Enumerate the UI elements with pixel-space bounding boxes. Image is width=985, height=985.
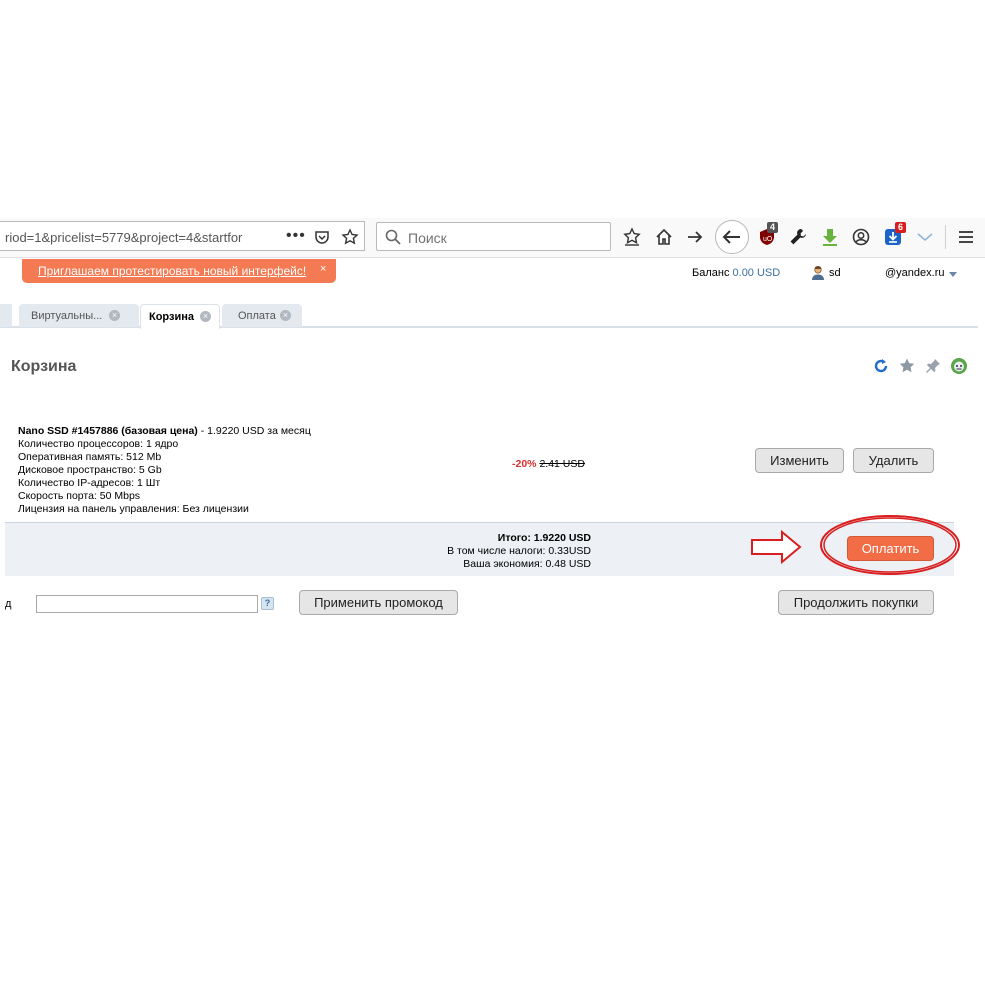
hamburger-menu-icon[interactable] (956, 227, 976, 247)
promo-code-input[interactable] (36, 595, 258, 613)
back-arrow-icon (722, 230, 740, 244)
spec-license: Лицензия на панель управления: Без лицен… (18, 503, 249, 515)
forward-arrow-icon[interactable] (685, 227, 705, 247)
account-caret-icon[interactable] (949, 272, 957, 277)
tab-label: Оплата (238, 310, 276, 322)
account-email[interactable]: @yandex.ru (885, 267, 944, 279)
spec-port: Скорость порта: 50 Mbps (18, 490, 141, 502)
search-icon (385, 229, 401, 248)
balance-value[interactable]: 0.00 USD (733, 267, 781, 279)
account-icon[interactable] (851, 227, 871, 247)
address-bar[interactable]: riod=1&pricelist=5779&project=4&startfor… (0, 221, 365, 251)
svg-text:uO: uO (763, 236, 773, 243)
apply-promo-button[interactable]: Применить промокод (299, 590, 458, 615)
tab-label: Корзина (149, 311, 194, 323)
refresh-icon[interactable] (872, 357, 890, 375)
url-text[interactable]: riod=1&pricelist=5779&project=4&startfor (5, 230, 280, 245)
wrench-icon[interactable] (788, 227, 808, 247)
spec-cpu: Количество процессоров: 1 ядро (18, 438, 179, 450)
search-placeholder: Поиск (408, 230, 447, 246)
old-price: 2.41 USD (539, 458, 585, 470)
discount: -20% 2.41 USD (512, 458, 585, 470)
tab-edge (0, 304, 12, 327)
browser-toolbar: riod=1&pricelist=5779&project=4&startfor… (0, 218, 985, 258)
product-title-line: Nano SSD #1457886 (базовая цена) - 1.922… (18, 425, 311, 438)
download-helper-icon[interactable] (820, 227, 840, 247)
search-field[interactable]: Поиск (376, 222, 611, 251)
balance: Баланс 0.00 USD (692, 267, 780, 279)
tab-close-icon[interactable]: × (200, 311, 211, 322)
star-icon[interactable] (898, 357, 916, 375)
help-robot-icon[interactable] (950, 357, 968, 375)
product-name[interactable]: Nano SSD #1457886 (базовая цена) (18, 425, 198, 437)
promo-link[interactable]: Приглашаем протестировать новый интерфей… (38, 264, 306, 278)
user-name[interactable]: sd (829, 267, 841, 279)
spec-ram: Оперативная память: 512 Mb (18, 451, 162, 463)
downloads-badge: 6 (895, 222, 907, 233)
edit-button[interactable]: Изменить (755, 448, 844, 473)
balance-label: Баланс (692, 267, 733, 279)
chevron-down-icon[interactable] (915, 227, 935, 247)
pocket-icon[interactable] (313, 228, 331, 246)
help-icon[interactable]: ? (261, 597, 274, 610)
reading-list-icon[interactable] (622, 227, 642, 247)
page-actions-menu[interactable]: ••• (286, 227, 306, 245)
tab-payment[interactable]: Оплата × (222, 304, 302, 327)
promo-banner: Приглашаем протестировать новый интерфей… (22, 259, 336, 283)
tab-label: Виртуальны... (31, 310, 103, 322)
spec-disk: Дисковое пространство: 5 Gb (18, 464, 162, 476)
spec-ip: Количество IP-адресов: 1 Шт (18, 477, 161, 489)
delete-button[interactable]: Удалить (853, 448, 934, 473)
discount-percent: -20% (512, 458, 537, 470)
continue-shopping-button[interactable]: Продолжить покупки (778, 590, 934, 615)
total-amount: Итого: 1.9220 USD (497, 532, 591, 544)
home-icon[interactable] (654, 227, 674, 247)
taxes-amount: В том числе налоги: 0.33USD (447, 545, 591, 557)
pay-button[interactable]: Оплатить (847, 536, 934, 561)
cart-item: Nano SSD #1457886 (базовая цена) - 1.922… (18, 425, 311, 516)
tab-virtual[interactable]: Виртуальны... × (19, 304, 139, 327)
tab-close-icon[interactable]: × (109, 310, 120, 321)
user-avatar-icon (810, 265, 826, 284)
savings-amount: Ваша экономия: 0.48 USD (463, 558, 591, 570)
page-title: Корзина (11, 358, 77, 375)
bookmark-star-icon[interactable] (341, 228, 359, 246)
promo-code-label: д (5, 598, 12, 610)
tab-bar: Виртуальны... × Корзина × Оплата × (0, 304, 978, 329)
ublock-badge: 4 (767, 222, 779, 233)
toolbar-divider (945, 225, 946, 249)
back-button[interactable] (715, 220, 749, 254)
promo-close-icon[interactable]: × (320, 263, 326, 275)
product-price: - 1.9220 USD за месяц (197, 425, 311, 437)
pin-icon[interactable] (924, 357, 942, 375)
tab-close-icon[interactable]: × (280, 310, 291, 321)
tab-cart[interactable]: Корзина × (140, 304, 220, 329)
